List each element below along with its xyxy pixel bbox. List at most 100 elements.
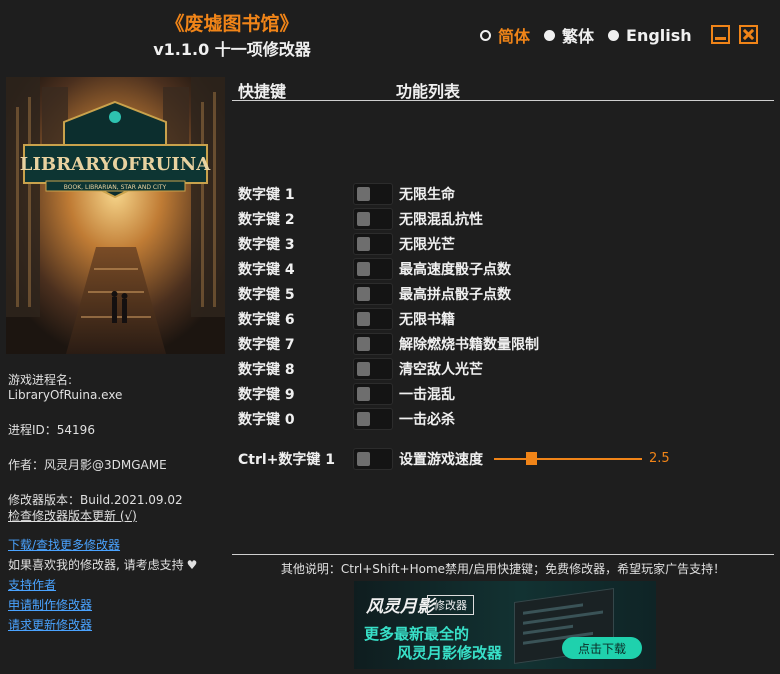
toggle-knob [357, 312, 370, 326]
cheat-name: 解除燃烧书籍数量限制 [399, 337, 539, 353]
speed-value: 2.5 [649, 451, 670, 466]
toggle-knob [357, 412, 370, 426]
speed-label: 设置游戏速度 [399, 452, 483, 468]
game-cover-image: LIBRARYOFRUINA BOOK, LIBRARIAN, STAR AND… [6, 77, 225, 354]
process-name-label: 游戏进程名: [8, 373, 73, 387]
support-prompt-text: 如果喜欢我的修改器, 请考虑支持 [8, 558, 184, 572]
banner-subheadline: 风灵月影修改器 [397, 644, 503, 662]
cheat-toggle[interactable] [353, 308, 393, 330]
lang-option-simplified[interactable]: 简体 [480, 23, 530, 47]
cheat-name: 一击必杀 [399, 412, 455, 428]
heart-icon: ♥ [186, 558, 198, 572]
lang-label: 繁体 [562, 27, 595, 46]
toggle-knob [357, 287, 370, 301]
cheat-hotkey: 数字键 6 [238, 312, 295, 328]
banner-brand: 风灵月影 [366, 597, 434, 617]
cheat-name: 无限光芒 [399, 237, 455, 253]
radio-unselected-icon [544, 29, 556, 41]
banner-tag: 修改器 [427, 595, 474, 615]
cheat-hotkey: 数字键 7 [238, 337, 295, 353]
toggle-knob [357, 212, 370, 226]
support-author-link[interactable]: 支持作者 [8, 577, 56, 593]
cheat-hotkey: 数字键 2 [238, 212, 295, 228]
cover-art: LIBRARYOFRUINA BOOK, LIBRARIAN, STAR AND… [6, 77, 225, 354]
radio-selected-icon [480, 29, 491, 41]
cover-tagline: BOOK, LIBRARIAN, STAR AND CITY [64, 184, 167, 191]
toggle-knob [357, 362, 370, 376]
cheat-toggle[interactable] [353, 408, 393, 430]
toggle-knob [357, 237, 370, 251]
cheat-row: 数字键 5 最高拼点骰子点数 [238, 283, 511, 305]
features-column-header: 功能列表 [396, 82, 461, 101]
cheat-row: 数字键 7 解除燃烧书籍数量限制 [238, 333, 539, 355]
cheat-hotkey: 数字键 4 [238, 262, 295, 278]
cheat-row: 数字键 4 最高速度骰子点数 [238, 258, 511, 280]
banner-download-button[interactable]: 点击下载 [562, 637, 642, 659]
cheat-name: 最高速度骰子点数 [399, 262, 511, 278]
author-info: 作者：风灵月影@3DMGAME [8, 458, 167, 472]
cheat-name: 一击混乱 [399, 387, 455, 403]
app-subtitle: v1.1.0 十一项修改器 [153, 40, 311, 59]
cheat-row: 数字键 6 无限书籍 [238, 308, 455, 330]
speed-row: Ctrl+数字键 1 设置游戏速度 [238, 448, 483, 470]
lang-option-english[interactable]: English [608, 26, 692, 45]
banner-headline: 更多最新最全的 [364, 625, 470, 643]
cheat-row: 数字键 1 无限生命 [238, 183, 455, 205]
cheat-name: 最高拼点骰子点数 [399, 287, 511, 303]
cheat-hotkey: 数字键 1 [238, 187, 295, 203]
lang-label: 简体 [498, 27, 531, 46]
cheat-hotkey: 数字键 9 [238, 387, 295, 403]
cheat-toggle[interactable] [353, 258, 393, 280]
toggle-knob [357, 187, 370, 201]
request-update-link[interactable]: 请求更新修改器 [8, 617, 92, 633]
request-trainer-link[interactable]: 申请制作修改器 [8, 597, 92, 613]
trainer-version: 修改器版本：Build.2021.09.02 [8, 493, 183, 507]
cheat-toggle[interactable] [353, 358, 393, 380]
close-button[interactable] [739, 25, 758, 44]
cheat-row: 数字键 8 清空敌人光芒 [238, 358, 483, 380]
toggle-knob [357, 262, 370, 276]
cheat-hotkey: 数字键 3 [238, 237, 295, 253]
header-divider [232, 100, 774, 101]
cheat-name: 无限混乱抗性 [399, 212, 483, 228]
cheat-hotkey: 数字键 5 [238, 287, 295, 303]
hotkey-column-header: 快捷键 [238, 82, 287, 101]
cheat-row: 数字键 2 无限混乱抗性 [238, 208, 483, 230]
cheat-toggle[interactable] [353, 283, 393, 305]
toggle-knob [357, 337, 370, 351]
speed-hotkey: Ctrl+数字键 1 [238, 452, 336, 468]
cheat-toggle[interactable] [353, 383, 393, 405]
cheat-toggle[interactable] [353, 333, 393, 355]
cheat-toggle[interactable] [353, 208, 393, 230]
cheat-hotkey: 数字键 8 [238, 362, 295, 378]
download-more-link[interactable]: 下载/查找更多修改器 [8, 537, 120, 553]
toggle-knob [357, 387, 370, 401]
speed-toggle[interactable] [353, 448, 393, 470]
minimize-button[interactable] [711, 25, 730, 44]
language-selector: 简体 繁体 English [480, 24, 706, 46]
support-prompt: 如果喜欢我的修改器, 请考虑支持 ♥ [8, 557, 197, 573]
cheat-row: 数字键 3 无限光芒 [238, 233, 455, 255]
ad-banner[interactable]: 风灵月影 修改器 更多最新最全的 风灵月影修改器 点击下载 [354, 581, 656, 669]
process-id: 进程ID：54196 [8, 423, 95, 437]
cheat-name: 无限生命 [399, 187, 455, 203]
radio-unselected-icon [608, 29, 620, 41]
toggle-knob [357, 452, 370, 466]
cover-logo-text: LIBRARYOFRUINA [20, 154, 211, 175]
cheat-toggle[interactable] [353, 183, 393, 205]
cheat-name: 无限书籍 [399, 312, 455, 328]
lang-option-traditional[interactable]: 繁体 [544, 23, 594, 47]
slider-thumb[interactable] [526, 452, 537, 465]
lang-label: English [626, 25, 692, 45]
check-update-link[interactable]: 检查修改器版本更新 (√) [8, 508, 137, 524]
cheat-hotkey: 数字键 0 [238, 412, 295, 428]
cheat-row: 数字键 9 一击混乱 [238, 383, 455, 405]
cheat-name: 清空敌人光芒 [399, 362, 483, 378]
process-name-value: LibraryOfRuina.exe [8, 388, 123, 402]
app-title: 《废墟图书馆》 [165, 13, 299, 35]
footer-note: 其他说明：Ctrl+Shift+Home禁用/启用快捷键；免费修改器，希望玩家广… [280, 562, 726, 576]
minimize-icon [715, 37, 726, 40]
speed-slider[interactable] [494, 452, 642, 465]
cheat-toggle[interactable] [353, 233, 393, 255]
app-header: 《废墟图书馆》 v1.1.0 十一项修改器 [0, 12, 464, 62]
